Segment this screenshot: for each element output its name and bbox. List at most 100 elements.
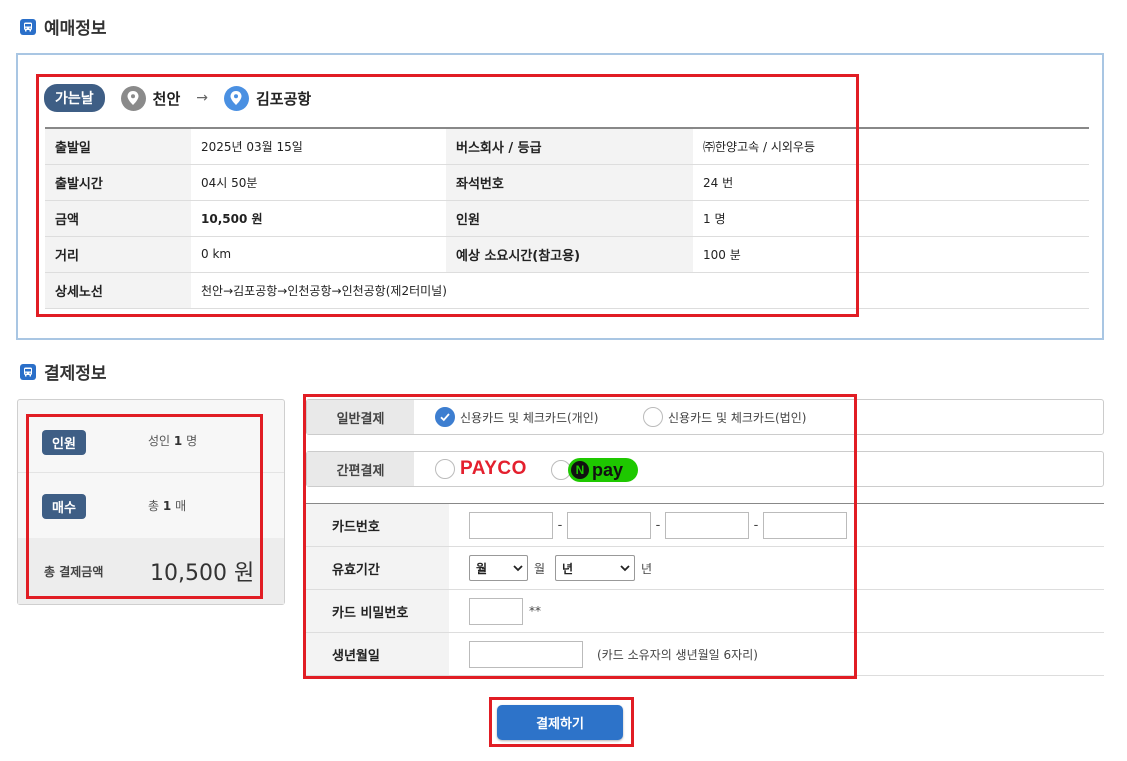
summary-people-row: 인원: [42, 430, 86, 455]
bus-icon: [20, 18, 36, 35]
expiry-fields: 월 월 년 년: [449, 546, 1104, 590]
expiry-month-select[interactable]: 월: [469, 555, 528, 581]
passenger-count-value: 1 명: [693, 200, 1089, 237]
table-row: 거리 0 km 예상 소요시간(참고용) 100 분: [45, 236, 1089, 273]
bus-company-label: 버스회사 / 등급: [446, 128, 693, 165]
card-number-separator: -: [753, 517, 759, 533]
duration-value: 100 분: [693, 236, 1089, 273]
table-row: 금액 10,500 원 인원 1 명: [45, 200, 1089, 237]
passenger-count-label: 인원: [446, 200, 693, 237]
total-label: 총 결제금액: [44, 565, 104, 579]
route-summary: 가는날 천안 → 김포공항: [44, 84, 311, 112]
password-mask-suffix: **: [529, 604, 541, 618]
route-arrow-icon: →: [196, 90, 208, 106]
card-number-fields: ---: [449, 503, 1104, 547]
departure-date-label: 출발일: [45, 128, 191, 165]
table-row: 카드 비밀번호 **: [306, 589, 1104, 633]
reservation-title-text: 예매정보: [44, 19, 107, 39]
card-number-label: 카드번호: [306, 503, 449, 547]
npay-n-icon: N: [571, 461, 589, 479]
total-amount: 10,500 원: [150, 561, 255, 586]
ticket-info-table: 출발일 2025년 03월 15일 버스회사 / 등급 ㈜한양고속 / 시외우등…: [45, 127, 1089, 309]
card-password-label: 카드 비밀번호: [306, 589, 449, 633]
payment-section-title: 결제정보: [20, 359, 107, 384]
destination-city: 김포공항: [255, 89, 312, 108]
pay-button[interactable]: 결제하기: [497, 705, 623, 740]
departure-date-value: 2025년 03월 15일: [191, 128, 446, 165]
personal-card-label: 신용카드 및 체크카드(개인): [460, 410, 599, 425]
radio-unchecked-icon[interactable]: [435, 459, 455, 479]
corporate-card-label: 신용카드 및 체크카드(법인): [668, 410, 807, 425]
card-password-input[interactable]: [469, 597, 523, 625]
distance-label: 거리: [45, 236, 191, 273]
direction-badge: 가는날: [44, 84, 105, 112]
summary-tickets-row: 매수: [42, 494, 86, 519]
destination-pin-icon: [223, 85, 249, 111]
origin-pin-icon: [120, 85, 146, 111]
birthdate-fields: (카드 소유자의 생년월일 6자리): [449, 632, 1104, 676]
distance-value: 0 km: [191, 236, 446, 273]
chevron-down-icon: [620, 564, 630, 571]
npay-option[interactable]: N pay: [551, 458, 638, 482]
tickets-count: 1: [162, 499, 172, 513]
card-number-input-3[interactable]: [665, 511, 749, 539]
radio-unchecked-icon[interactable]: [643, 407, 663, 427]
people-value: 성인 1 명: [148, 432, 197, 449]
card-number-input-1[interactable]: [469, 511, 553, 539]
tickets-tag: 매수: [42, 494, 86, 519]
birthdate-input[interactable]: [469, 640, 583, 668]
birthdate-label: 생년월일: [306, 632, 449, 676]
expiry-year-select[interactable]: 년: [555, 555, 636, 581]
month-unit: 월: [534, 561, 546, 576]
card-password-fields: **: [449, 589, 1104, 633]
price-label: 금액: [45, 200, 191, 237]
tickets-unit: 매: [175, 499, 187, 513]
general-payment-label: 일반결제: [307, 400, 414, 434]
payment-summary: 인원 성인 1 명 매수 총 1 매 총 결제금액 10,500 원: [17, 399, 285, 605]
birthdate-hint: (카드 소유자의 생년월일 6자리): [597, 647, 758, 662]
payment-title-text: 결제정보: [44, 364, 107, 384]
corporate-card-option[interactable]: 신용카드 및 체크카드(법인): [643, 407, 806, 427]
departure-time-value: 04시 50분: [191, 164, 446, 201]
people-tag: 인원: [42, 430, 86, 455]
radio-checked-icon[interactable]: [435, 407, 455, 427]
duration-label: 예상 소요시간(참고용): [446, 236, 693, 273]
card-number-input-4[interactable]: [763, 511, 847, 539]
year-select-value: 년: [562, 561, 574, 576]
expiry-label: 유효기간: [306, 546, 449, 590]
seat-number-value: 24 번: [693, 164, 1089, 201]
table-row: 상세노선 천안→김포공항→인천공항→인천공항(제2터미널): [45, 272, 1089, 309]
month-select-value: 월: [476, 561, 488, 576]
tickets-value: 총 1 매: [148, 497, 186, 514]
bus-icon: [20, 363, 36, 380]
card-number-separator: -: [655, 517, 661, 533]
departure-time-label: 출발시간: [45, 164, 191, 201]
card-number-separator: -: [557, 517, 563, 533]
summary-total: 총 결제금액 10,500 원: [18, 538, 284, 604]
people-type: 성인: [148, 434, 171, 448]
origin-city: 천안: [152, 89, 181, 108]
year-unit: 년: [641, 561, 653, 576]
general-payment-row: 일반결제 신용카드 및 체크카드(개인) 신용카드 및 체크카드(법인): [306, 399, 1104, 435]
table-row: 카드번호 - - -: [306, 503, 1104, 547]
people-unit: 명: [186, 434, 198, 448]
npay-text: pay: [592, 459, 624, 480]
tickets-prefix: 총: [148, 499, 160, 513]
table-row: 출발일 2025년 03월 15일 버스회사 / 등급 ㈜한양고속 / 시외우등: [45, 128, 1089, 165]
seat-number-label: 좌석번호: [446, 164, 693, 201]
route-detail-value: 천안→김포공항→인천공항→인천공항(제2터미널): [191, 272, 1089, 309]
table-row: 유효기간 월 월 년 년: [306, 546, 1104, 590]
payco-option[interactable]: PAYCO: [435, 458, 527, 480]
personal-card-option[interactable]: 신용카드 및 체크카드(개인): [435, 407, 598, 427]
card-form-table: 카드번호 - - - 유효기간 월 월 년 년 카드 비밀번호 ** 생년월일 (카…: [306, 503, 1104, 676]
table-row: 생년월일 (카드 소유자의 생년월일 6자리): [306, 632, 1104, 676]
reservation-section-title: 예매정보: [20, 14, 107, 39]
route-detail-label: 상세노선: [45, 272, 191, 309]
bus-company-value: ㈜한양고속 / 시외우등: [693, 128, 1089, 165]
simple-payment-label: 간편결제: [307, 452, 414, 486]
npay-logo: N pay: [568, 458, 638, 482]
payco-logo: PAYCO: [460, 458, 527, 479]
price-value: 10,500 원: [191, 200, 446, 237]
card-number-input-2[interactable]: [567, 511, 651, 539]
summary-divider: [18, 472, 284, 473]
